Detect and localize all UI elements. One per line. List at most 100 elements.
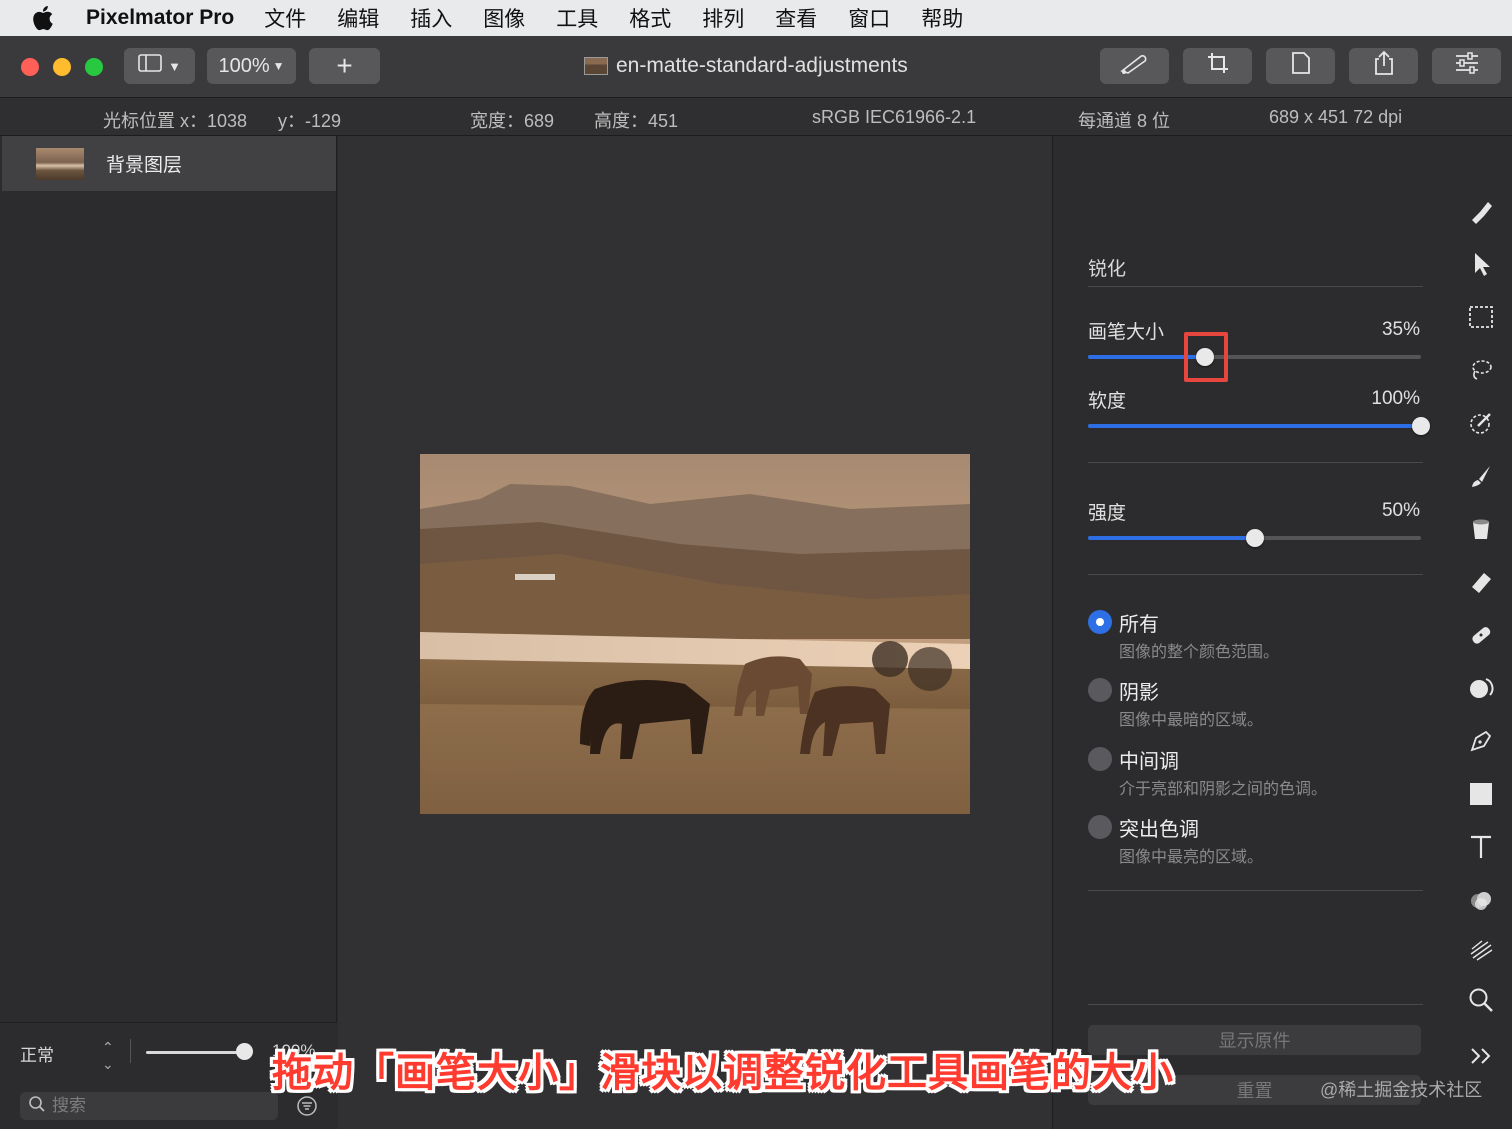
intensity-value: 50% [1381, 500, 1420, 521]
slider-fill [1088, 536, 1255, 540]
menu-arrange[interactable]: 排列 [702, 3, 744, 33]
effects-icon[interactable] [1466, 885, 1496, 915]
minimize-window-button[interactable] [53, 58, 71, 76]
chevron-down-icon: ▼ [168, 58, 181, 74]
image-height: 高度：451 [594, 111, 679, 131]
slider-knob[interactable] [1412, 417, 1430, 435]
rectangular-select-icon[interactable] [1466, 302, 1496, 332]
softness-label: 软度 [1088, 391, 1127, 412]
document-title: en-matte-standard-adjustments [616, 54, 908, 77]
menu-edit[interactable]: 编辑 [337, 3, 379, 33]
menu-view[interactable]: 查看 [775, 3, 817, 33]
sharpen-settings-panel: 锐化 画笔大小 35% 软度 100% 强度 50% 所有 图像的整个颜色范围。… [1052, 136, 1452, 1129]
radio-button[interactable] [1088, 610, 1112, 634]
arrange-icon[interactable] [1466, 249, 1496, 279]
radio-button[interactable] [1088, 678, 1112, 702]
divider [1088, 890, 1423, 891]
document-image[interactable] [420, 454, 970, 814]
adjustments-button[interactable] [1432, 48, 1501, 84]
opacity-slider-knob[interactable] [236, 1043, 253, 1060]
add-button[interactable]: + [309, 48, 380, 84]
brush-size-value: 35% [1381, 319, 1420, 340]
paint-brush-icon[interactable] [1466, 461, 1496, 491]
softness-value: 100% [1371, 388, 1420, 409]
repair-icon[interactable] [1466, 620, 1496, 650]
range-description: 图像中最亮的区域。 [1119, 849, 1264, 866]
menu-tools[interactable]: 工具 [556, 3, 598, 33]
softness-slider[interactable] [1088, 417, 1430, 435]
layer-row[interactable]: 背景图层 [2, 136, 336, 191]
menu-image[interactable]: 图像 [483, 3, 525, 33]
crop-button[interactable] [1183, 48, 1252, 84]
more-tools-icon[interactable] [1466, 1041, 1496, 1071]
cursor-x: 光标位置 x：1038 [103, 111, 248, 131]
divider [1088, 574, 1423, 575]
brush-size-slider[interactable] [1088, 348, 1421, 366]
zoom-menu-button[interactable]: 100% ▼ [207, 48, 296, 84]
paint-bucket-icon[interactable] [1466, 514, 1496, 544]
menu-window[interactable]: 窗口 [848, 3, 890, 33]
sidebar-toggle-button[interactable]: ▼ [124, 48, 195, 84]
intensity-label: 强度 [1088, 503, 1127, 524]
distort-icon[interactable] [1466, 673, 1496, 703]
color-adjust-icon[interactable] [1466, 408, 1496, 438]
brush-size-label: 画笔大小 [1088, 322, 1165, 343]
sliders-icon [1454, 52, 1480, 80]
range-description: 图像的整个颜色范围。 [1119, 644, 1280, 661]
tutorial-caption: 拖动「画笔大小」滑块以调整锐化工具画笔的大小 [272, 1051, 1174, 1095]
type-icon[interactable] [1466, 832, 1496, 862]
cursor-y: y：-129 [278, 111, 342, 131]
eraser-icon[interactable] [1466, 567, 1496, 597]
color-profile: sRGB IEC61966-2.1 [812, 107, 977, 127]
range-title: 阴影 [1119, 682, 1159, 704]
divider [1088, 286, 1423, 287]
format-button[interactable] [1266, 48, 1335, 84]
pen-icon[interactable] [1466, 726, 1496, 756]
window-toolbar: ▼ 100% ▼ + en-matte-standard-adjustments [0, 36, 1512, 98]
radio-button[interactable] [1088, 747, 1112, 771]
radio-button[interactable] [1088, 815, 1112, 839]
apple-logo-icon[interactable] [32, 5, 56, 31]
layer-name: 背景图层 [106, 155, 183, 176]
zoom-window-button[interactable] [85, 58, 103, 76]
share-icon [1373, 50, 1395, 82]
divider [130, 1039, 131, 1063]
layer-thumbnail [36, 147, 84, 180]
tools-sidebar [1452, 136, 1512, 1129]
filter-icon[interactable] [296, 1095, 318, 1122]
canvas-area[interactable] [338, 136, 1052, 1129]
tools-style-button[interactable] [1100, 48, 1169, 84]
intensity-slider[interactable] [1088, 529, 1421, 547]
slider-knob[interactable] [1245, 529, 1264, 547]
menu-help[interactable]: 帮助 [921, 3, 963, 33]
menu-format[interactable]: 格式 [629, 3, 671, 33]
close-window-button[interactable] [21, 58, 39, 76]
search-input[interactable] [52, 1096, 252, 1116]
crop-icon [1206, 51, 1230, 81]
image-width: 宽度：689 [470, 111, 555, 131]
divider [1088, 462, 1423, 463]
blend-mode-select[interactable]: 正常 [20, 1041, 54, 1066]
document-title-area[interactable]: en-matte-standard-adjustments [584, 54, 908, 78]
opacity-slider[interactable] [146, 1051, 246, 1054]
document-icon [1291, 51, 1311, 81]
paint-style-icon [1118, 51, 1152, 81]
app-menu[interactable]: Pixelmator Pro [86, 6, 234, 30]
share-button[interactable] [1349, 48, 1418, 84]
range-description: 介于亮部和阴影之间的色调。 [1119, 781, 1328, 798]
image-dimensions: 689 x 451 72 dpi [1269, 107, 1403, 127]
range-title: 突出色调 [1119, 819, 1199, 841]
zoom-icon[interactable] [1466, 985, 1496, 1015]
shape-icon[interactable] [1466, 779, 1496, 809]
plus-icon: + [336, 50, 353, 81]
paint-style-icon[interactable] [1466, 196, 1496, 226]
sidebar-icon [138, 53, 164, 79]
menu-file[interactable]: 文件 [264, 3, 306, 33]
range-title: 中间调 [1119, 751, 1179, 773]
slider-fill [1088, 424, 1421, 428]
menu-insert[interactable]: 插入 [410, 3, 452, 33]
sharpen-icon[interactable] [1466, 934, 1496, 964]
divider [1088, 1004, 1423, 1005]
lasso-icon[interactable] [1466, 355, 1496, 385]
layer-search[interactable] [20, 1092, 278, 1120]
